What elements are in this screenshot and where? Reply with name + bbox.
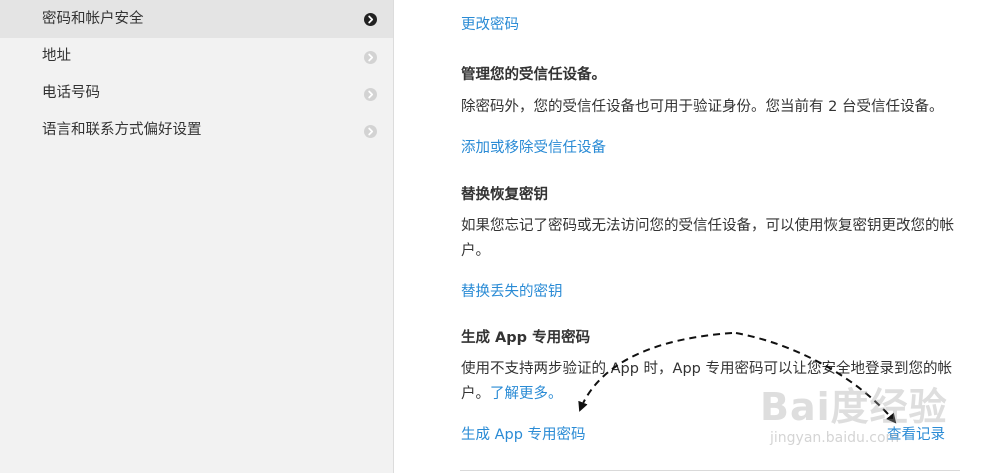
sidebar-item-label: 地址 [42, 48, 71, 64]
trusted-devices-section: 管理您的受信任设备。 除密码外，您的受信任设备也可用于验证身份。您当前有 2 台… [461, 64, 971, 159]
chevron-right-icon [364, 50, 377, 64]
sidebar: 密码和帐户安全 地址 电话号码 语言和联系方式偏好设置 [0, 0, 394, 473]
app-password-section: 生成 App 专用密码 使用不支持两步验证的 App 时，App 专用密码可以让… [461, 327, 971, 446]
chevron-right-icon [364, 87, 377, 101]
sidebar-item-password-security[interactable]: 密码和帐户安全 [0, 0, 393, 38]
app-password-description: 使用不支持两步验证的 App 时，App 专用密码可以让您安全地登录到您的帐户。… [461, 357, 971, 407]
change-password-section: 更改密码 [461, 14, 971, 36]
sidebar-item-label: 语言和联系方式偏好设置 [42, 122, 202, 138]
main-content: 更改密码 管理您的受信任设备。 除密码外，您的受信任设备也可用于验证身份。您当前… [394, 0, 1000, 473]
sidebar-list: 密码和帐户安全 地址 电话号码 语言和联系方式偏好设置 [0, 0, 393, 149]
recovery-key-heading: 替换恢复密钥 [461, 187, 548, 203]
recovery-key-description: 如果您忘记了密码或无法访问您的受信任设备，可以使用恢复密钥更改您的帐户。 [461, 218, 954, 259]
account-settings-page: 密码和帐户安全 地址 电话号码 语言和联系方式偏好设置 更改密码 管理您的受信任… [0, 0, 1000, 473]
trusted-devices-heading: 管理您的受信任设备。 [461, 67, 606, 83]
view-history-link[interactable]: 查看记录 [887, 424, 945, 446]
sidebar-item-phone[interactable]: 电话号码 [0, 75, 393, 112]
generate-app-password-link[interactable]: 生成 App 专用密码 [461, 427, 586, 443]
sidebar-item-label: 密码和帐户安全 [42, 11, 144, 27]
chevron-right-icon [364, 124, 377, 138]
section-divider [460, 470, 960, 471]
replace-lost-key-link[interactable]: 替换丢失的密钥 [461, 284, 563, 300]
chevron-right-icon [364, 13, 377, 26]
sidebar-item-label: 电话号码 [42, 85, 100, 101]
trusted-devices-description: 除密码外，您的受信任设备也可用于验证身份。您当前有 2 台受信任设备。 [461, 99, 944, 115]
sidebar-item-language-contact[interactable]: 语言和联系方式偏好设置 [0, 112, 393, 149]
sidebar-item-address[interactable]: 地址 [0, 38, 393, 75]
change-password-link[interactable]: 更改密码 [461, 17, 519, 33]
app-password-heading: 生成 App 专用密码 [461, 330, 591, 346]
manage-trusted-devices-link[interactable]: 添加或移除受信任设备 [461, 140, 606, 156]
recovery-key-section: 替换恢复密钥 如果您忘记了密码或无法访问您的受信任设备，可以使用恢复密钥更改您的… [461, 184, 971, 303]
learn-more-link[interactable]: 了解更多。 [490, 386, 563, 402]
